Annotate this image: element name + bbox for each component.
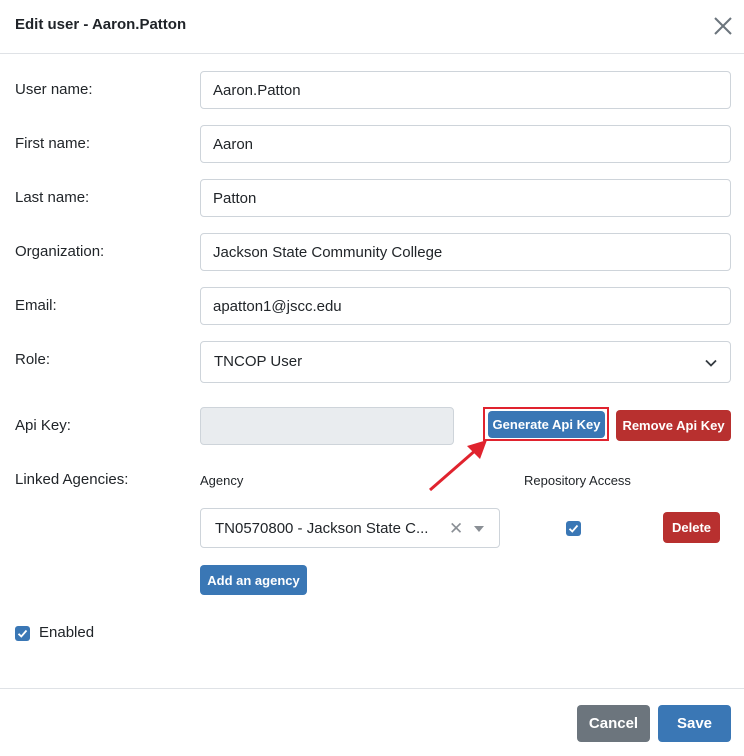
dialog-header: Edit user - Aaron.Patton xyxy=(0,0,744,54)
agency-column-header: Agency xyxy=(200,473,244,488)
username-label: User name: xyxy=(15,81,93,98)
delete-agency-button[interactable]: Delete xyxy=(663,512,720,543)
save-button[interactable]: Save xyxy=(658,705,731,742)
api-key-label: Api Key: xyxy=(15,417,71,434)
agency-select-value: TN0570800 - Jackson State C... xyxy=(215,520,429,537)
check-icon xyxy=(568,524,579,533)
linked-agencies-label: Linked Agencies: xyxy=(15,471,129,488)
repository-access-checkbox[interactable] xyxy=(566,521,581,536)
repository-access-column-header: Repository Access xyxy=(524,473,631,488)
api-key-field xyxy=(200,407,454,445)
chevron-down-icon xyxy=(704,356,718,370)
last-name-label: Last name: xyxy=(15,189,90,206)
caret-down-icon[interactable] xyxy=(474,526,484,532)
close-icon[interactable] xyxy=(710,13,736,39)
role-select-value: TNCOP User xyxy=(214,353,303,370)
generate-api-key-button[interactable]: Generate Api Key xyxy=(488,411,605,438)
role-label: Role: xyxy=(15,351,51,368)
cancel-button[interactable]: Cancel xyxy=(577,705,650,742)
role-select[interactable]: TNCOP User xyxy=(200,341,731,383)
dialog-title: Edit user - Aaron.Patton xyxy=(15,16,187,33)
first-name-input[interactable] xyxy=(200,125,731,163)
last-name-input[interactable] xyxy=(200,179,731,217)
enabled-checkbox[interactable] xyxy=(15,626,30,641)
footer-divider xyxy=(0,688,744,689)
agency-select[interactable]: TN0570800 - Jackson State C... ✕ xyxy=(200,508,500,548)
username-input[interactable] xyxy=(200,71,731,109)
edit-user-dialog: Edit user - Aaron.Patton User name: Firs… xyxy=(0,0,744,756)
enabled-label: Enabled xyxy=(39,624,95,641)
add-agency-button[interactable]: Add an agency xyxy=(200,565,307,595)
annotation-arrow-icon xyxy=(429,440,487,492)
remove-api-key-button[interactable]: Remove Api Key xyxy=(616,410,731,441)
email-input[interactable] xyxy=(200,287,731,325)
clear-icon[interactable]: ✕ xyxy=(449,519,463,539)
first-name-label: First name: xyxy=(15,135,91,152)
check-icon xyxy=(17,629,28,638)
organization-input[interactable] xyxy=(200,233,731,271)
organization-label: Organization: xyxy=(15,243,105,260)
email-label: Email: xyxy=(15,297,57,314)
